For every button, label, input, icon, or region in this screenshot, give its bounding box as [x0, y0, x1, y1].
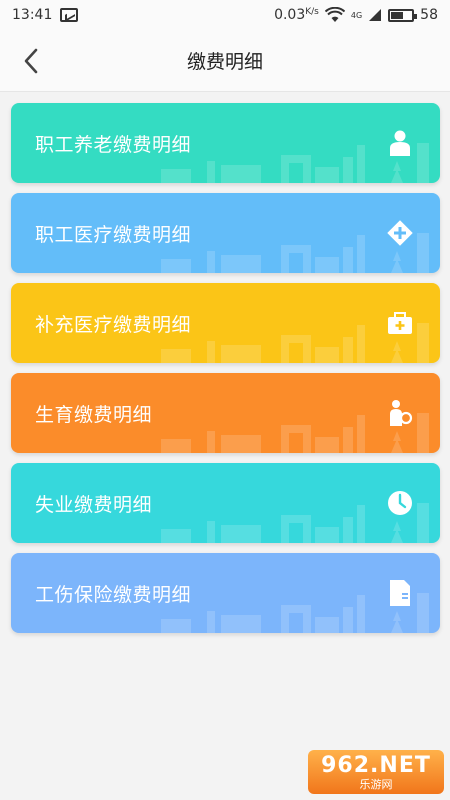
payment-list: 职工养老缴费明细 职工医疗缴费明细 补充医疗缴费明细 生育缴费明细 失业缴费明细: [11, 103, 440, 643]
skyline-building: [221, 165, 261, 183]
card-work-injury[interactable]: 工伤保险缴费明细: [11, 553, 440, 633]
skyline-building: [281, 155, 311, 183]
document-icon: [386, 578, 414, 608]
skyline-building: [207, 611, 215, 633]
skyline-building: [207, 161, 215, 183]
skyline-building: [417, 233, 429, 273]
skyline-building: [161, 619, 191, 633]
message-icon: [60, 8, 79, 22]
signal-icon: [369, 9, 382, 21]
network-speed: 0.03K/s: [274, 7, 319, 23]
card-maternity[interactable]: 生育缴费明细: [11, 373, 440, 453]
skyline-building: [221, 345, 261, 363]
card-label: 职工医疗缴费明细: [35, 223, 192, 246]
skyline-building: [357, 325, 365, 363]
skyline-building: [391, 521, 403, 543]
skyline-building: [343, 157, 353, 183]
skyline-building: [281, 605, 311, 633]
back-button[interactable]: [14, 44, 48, 78]
card-pension[interactable]: 职工养老缴费明细: [11, 103, 440, 183]
skyline-building: [281, 335, 311, 363]
skyline-building: [315, 527, 339, 543]
skyline-building: [161, 349, 191, 363]
skyline-building: [357, 595, 365, 633]
skyline-building: [207, 341, 215, 363]
card-medical[interactable]: 职工医疗缴费明细: [11, 193, 440, 273]
skyline-building: [417, 323, 429, 363]
skyline-building: [357, 235, 365, 273]
card-supplementary-medical[interactable]: 补充医疗缴费明细: [11, 283, 440, 363]
battery-fill: [391, 11, 403, 19]
skyline-building: [315, 257, 339, 273]
skyline-building: [221, 255, 261, 273]
watermark-logo: 962.NET 乐游网: [308, 750, 444, 794]
medical-kit-icon: [386, 308, 414, 338]
clock-icon: [386, 488, 414, 518]
skyline-building: [417, 143, 429, 183]
page-title: 缴费明细: [186, 51, 263, 73]
status-time: 13:41: [12, 7, 53, 23]
battery-level: 58: [420, 7, 438, 23]
card-label: 工伤保险缴费明细: [35, 583, 192, 606]
skyline-building: [391, 251, 403, 273]
card-unemployment[interactable]: 失业缴费明细: [11, 463, 440, 543]
skyline-building: [161, 439, 191, 453]
skyline-building: [221, 615, 261, 633]
wifi-icon: [324, 7, 345, 22]
skyline-building: [315, 167, 339, 183]
skyline-building: [417, 593, 429, 633]
skyline-building: [357, 505, 365, 543]
medical-cross-icon: [386, 218, 414, 248]
skyline-building: [161, 529, 191, 543]
signal-type: 4G: [350, 10, 363, 20]
skyline-building: [357, 415, 365, 453]
skyline-building: [315, 437, 339, 453]
mother-baby-icon: [386, 398, 414, 428]
skyline-building: [417, 413, 429, 453]
skyline-building: [315, 617, 339, 633]
skyline-building: [281, 515, 311, 543]
skyline-building: [343, 337, 353, 363]
skyline-building: [207, 251, 215, 273]
skyline-building: [391, 161, 403, 183]
status-bar: 13:41 0.03K/s 4G 58: [0, 0, 450, 30]
card-label: 生育缴费明细: [35, 403, 153, 426]
skyline-building: [161, 259, 191, 273]
skyline-building: [391, 431, 403, 453]
battery-icon: [388, 8, 418, 22]
chevron-left-icon: [24, 48, 38, 74]
skyline-building: [343, 517, 353, 543]
skyline-building: [221, 525, 261, 543]
skyline-building: [391, 341, 403, 363]
skyline-building: [315, 347, 339, 363]
skyline-building: [417, 503, 429, 543]
skyline-building: [357, 145, 365, 183]
card-label: 职工养老缴费明细: [35, 133, 192, 156]
card-label: 补充医疗缴费明细: [35, 313, 192, 336]
skyline-building: [161, 169, 191, 183]
skyline-building: [391, 611, 403, 633]
skyline-building: [207, 431, 215, 453]
elder-person-icon: [386, 128, 414, 158]
skyline-building: [281, 425, 311, 453]
nav-bar: 缴费明细: [0, 30, 450, 92]
card-label: 失业缴费明细: [35, 493, 153, 516]
skyline-building: [343, 427, 353, 453]
skyline-building: [207, 521, 215, 543]
skyline-building: [221, 435, 261, 453]
skyline-building: [343, 607, 353, 633]
skyline-building: [281, 245, 311, 273]
skyline-building: [343, 247, 353, 273]
